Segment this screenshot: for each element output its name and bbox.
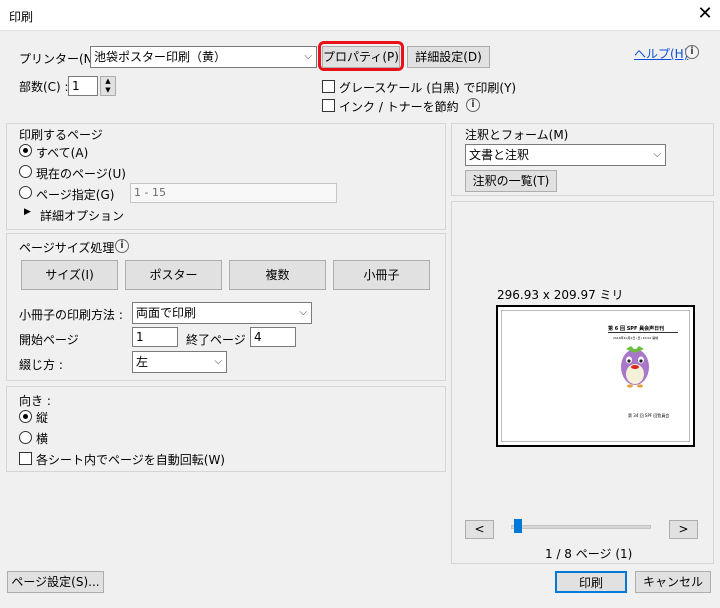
thumb-title: 第 6 回 SPF 員会声日刊 bbox=[608, 326, 665, 332]
auto-rotate-label: 各シート内でページを自動回転(W) bbox=[36, 453, 225, 467]
landscape-radio[interactable] bbox=[19, 431, 32, 444]
booklet-subset-label: 小冊子の印刷方法 : bbox=[19, 308, 123, 322]
poster-button[interactable]: ポスター bbox=[125, 260, 222, 290]
portrait-label: 縦 bbox=[36, 411, 49, 425]
save-ink-label: インク / トナーを節約 bbox=[339, 100, 459, 114]
end-page-label: 終了ページ bbox=[186, 333, 246, 347]
help-link[interactable]: ヘルプ(H) bbox=[634, 45, 688, 62]
pages-heading: 印刷するページ bbox=[19, 128, 103, 142]
sizing-heading: ページサイズ処理 bbox=[19, 241, 115, 255]
booklet-subset-value: 両面で印刷 bbox=[136, 306, 197, 320]
page-range-radio[interactable] bbox=[19, 186, 32, 199]
landscape-label: 横 bbox=[36, 432, 49, 446]
summarize-comments-button[interactable]: 注釈の一覧(T) bbox=[465, 170, 557, 192]
grayscale-checkbox[interactable] bbox=[322, 80, 335, 93]
printer-select-value: 池袋ポスター印刷（黄） bbox=[94, 50, 227, 64]
copies-stepper[interactable]: ▲ ▼ bbox=[100, 76, 116, 96]
cancel-button[interactable]: キャンセル bbox=[635, 571, 711, 593]
stepper-up-icon[interactable]: ▲ bbox=[101, 77, 115, 86]
title-bar bbox=[0, 0, 720, 31]
prev-page-button[interactable]: < bbox=[465, 520, 494, 539]
preview-page: 第 6 回 SPF 員会声日刊 2016年10月2日 (日) 10:00 開催 … bbox=[496, 305, 695, 447]
comments-select[interactable]: 文書と注釈 ⌵ bbox=[465, 144, 666, 166]
advanced-button[interactable]: 詳細設定(D) bbox=[407, 46, 490, 68]
thumb-footer: 第 34 回 SPF 回覧員会 bbox=[628, 413, 670, 418]
booklet-button[interactable]: 小冊子 bbox=[333, 260, 430, 290]
close-icon[interactable]: ✕ bbox=[694, 3, 716, 25]
chevron-down-icon: ⌵ bbox=[299, 307, 307, 318]
all-pages-radio[interactable] bbox=[19, 144, 32, 157]
chevron-down-icon: ⌵ bbox=[653, 149, 661, 160]
next-page-button[interactable]: > bbox=[669, 520, 698, 539]
page-setup-button[interactable]: ページ設定(S)... bbox=[7, 571, 104, 593]
comments-heading: 注釈とフォーム(M) bbox=[465, 128, 569, 142]
binding-select[interactable]: 左 ⌵ bbox=[132, 351, 227, 373]
copies-input[interactable]: 1 bbox=[68, 76, 98, 96]
chevron-down-icon: ⌵ bbox=[214, 356, 222, 367]
booklet-subset-select[interactable]: 両面で印刷 ⌵ bbox=[132, 302, 312, 324]
binding-label: 綴じ方 : bbox=[19, 358, 63, 372]
printer-select[interactable]: 池袋ポスター印刷（黄） ⌵ bbox=[90, 46, 317, 68]
current-page-radio[interactable] bbox=[19, 165, 32, 178]
stepper-down-icon[interactable]: ▼ bbox=[101, 86, 115, 95]
mascot-illustration bbox=[621, 346, 649, 388]
comments-select-value: 文書と注釈 bbox=[469, 148, 530, 162]
size-button[interactable]: サイズ(I) bbox=[21, 260, 118, 290]
orientation-heading: 向き : bbox=[19, 394, 51, 408]
thumb-rule bbox=[608, 332, 678, 333]
copies-label: 部数(C) : bbox=[19, 80, 69, 94]
page-slider-thumb[interactable] bbox=[514, 519, 522, 533]
auto-rotate-checkbox[interactable] bbox=[19, 452, 32, 465]
properties-button[interactable]: プロパティ(P) bbox=[322, 46, 400, 68]
save-ink-checkbox[interactable] bbox=[322, 99, 335, 112]
grayscale-label: グレースケール (白黒) で印刷(Y) bbox=[339, 81, 517, 95]
end-page-input[interactable]: 4 bbox=[250, 327, 296, 347]
help-info-icon[interactable]: i bbox=[685, 45, 699, 59]
thumb-subtitle: 2016年10月2日 (日) 10:00 開催 bbox=[613, 336, 659, 340]
portrait-radio[interactable] bbox=[19, 410, 32, 423]
more-options-label[interactable]: 詳細オプション bbox=[40, 207, 124, 224]
expand-triangle-icon[interactable]: ▶ bbox=[24, 207, 31, 217]
window-title: 印刷 bbox=[9, 10, 34, 24]
start-page-label: 開始ページ bbox=[19, 333, 79, 347]
page-range-input[interactable]: 1 - 15 bbox=[130, 183, 337, 203]
page-indicator: 1 / 8 ページ (1) bbox=[545, 547, 633, 561]
chevron-down-icon: ⌵ bbox=[304, 51, 312, 62]
save-ink-info-icon[interactable]: i bbox=[466, 98, 480, 112]
print-button[interactable]: 印刷 bbox=[555, 571, 627, 593]
preview-size-label: 296.93 x 209.97 ミリ bbox=[497, 288, 624, 302]
all-pages-label: すべて(A) bbox=[36, 146, 89, 160]
current-page-label: 現在のページ(U) bbox=[36, 167, 126, 181]
multiple-button[interactable]: 複数 bbox=[229, 260, 326, 290]
page-range-label: ページ指定(G) bbox=[36, 188, 115, 202]
page-slider-track[interactable] bbox=[511, 525, 651, 529]
start-page-input[interactable]: 1 bbox=[132, 327, 178, 347]
binding-value: 左 bbox=[136, 355, 149, 369]
sizing-info-icon[interactable]: i bbox=[115, 239, 129, 253]
